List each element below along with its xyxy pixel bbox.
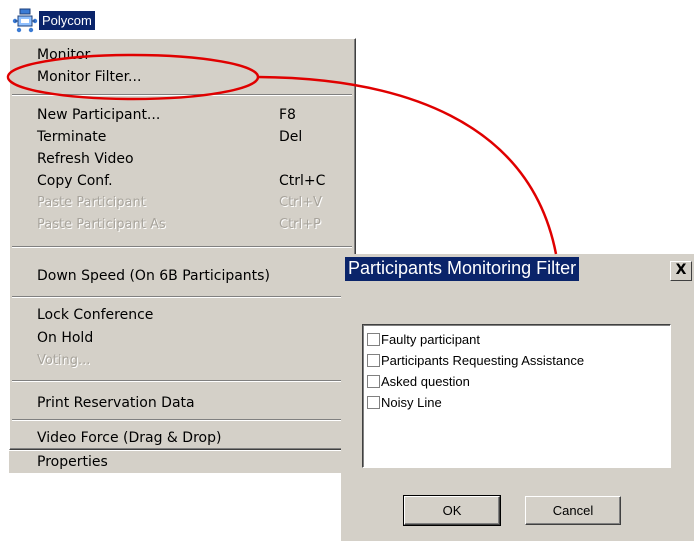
callout-annotation: [6, 53, 558, 255]
highlight-ellipse: [6, 53, 260, 101]
callout-connector: [257, 75, 558, 255]
